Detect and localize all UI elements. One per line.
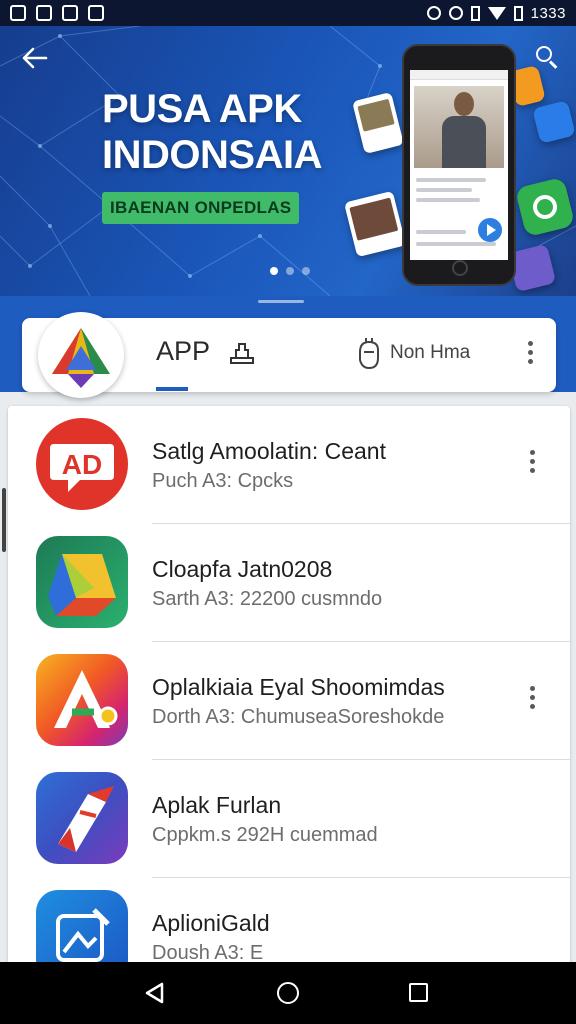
app-title: AplioniGald <box>152 910 270 936</box>
list-item[interactable]: AD Satlg Amoolatin: Ceant Puch A3: Cpcks <box>8 406 570 524</box>
clock: 1333 <box>530 4 566 22</box>
play-icon <box>478 218 502 242</box>
list-item[interactable]: Oplalkiaia Eyal Shoomimdas Dorth A3: Chu… <box>8 642 570 760</box>
tab-app[interactable]: APP <box>156 336 210 367</box>
banner-cta-button[interactable]: IBAENAN ONPEDLAS <box>102 192 300 224</box>
tab-home[interactable]: Non Hma <box>354 336 470 370</box>
list-item[interactable]: Aplak Furlan Cppkm.s 292H cuemmad <box>8 760 570 878</box>
list-item[interactable]: AplioniGald Doush A3: E <box>8 878 570 966</box>
system-nav-bar <box>0 962 576 1024</box>
drag-handle[interactable] <box>258 300 304 303</box>
battery-icon <box>513 5 523 21</box>
promo-banner[interactable]: PUSA APK INDONSAIA IBAENAN ONPEDLAS <box>0 26 576 296</box>
drive-triangle-icon <box>36 536 128 628</box>
wifi-icon <box>487 6 506 20</box>
overflow-menu-button[interactable] <box>528 341 533 364</box>
hand-icon <box>359 338 379 370</box>
app-title: Aplak Furlan <box>152 792 282 818</box>
search-icon <box>536 46 552 62</box>
tab-home-label: Non Hma <box>390 342 471 363</box>
app-subtitle: Puch A3: Cpcks <box>152 470 294 492</box>
active-tab-indicator <box>156 387 188 391</box>
app-subtitle: Cppkm.s 292H cuemmad <box>152 824 378 846</box>
list-item[interactable]: Cloapfa Jatn0208 Sarth A3: 22200 cusmndo <box>8 524 570 642</box>
headline-line-1: PUSA APK <box>102 87 302 131</box>
nav-recents-button[interactable] <box>409 983 428 1002</box>
search-button[interactable] <box>536 46 558 69</box>
alarm-icon <box>448 6 463 20</box>
vibrate-icon <box>470 5 480 21</box>
carousel-dots[interactable] <box>270 267 310 275</box>
play-triangle-logo-icon <box>52 328 110 388</box>
headline-line-2: INDONSAIA <box>102 133 322 177</box>
nav-home-button[interactable] <box>277 982 299 1004</box>
store-logo <box>38 312 124 398</box>
app-list: AD Satlg Amoolatin: Ceant Puch A3: Cpcks… <box>8 406 570 966</box>
app-title: Cloapfa Jatn0208 <box>152 556 333 582</box>
svg-text:AD: AD <box>62 449 102 480</box>
notification-icon <box>88 5 104 21</box>
paper-plane-icon <box>36 772 128 864</box>
item-menu-button[interactable] <box>530 686 535 709</box>
image-edit-icon <box>36 890 128 966</box>
app-title: Oplalkiaia Eyal Shoomimdas <box>152 674 445 700</box>
app-subtitle: Dorth A3: ChumuseaSoreshokde <box>152 706 445 728</box>
nav-back-button[interactable] <box>144 982 166 1004</box>
arrow-left-icon <box>22 47 48 69</box>
carousel-dot[interactable] <box>270 267 278 275</box>
carousel-dot[interactable] <box>286 267 294 275</box>
alarm-icon <box>426 6 441 20</box>
upload-icon[interactable] <box>228 338 256 364</box>
app-title: Satlg Amoolatin: Ceant <box>152 438 386 464</box>
banner-headline: PUSA APK INDONSAIA <box>102 86 322 178</box>
scroll-indicator[interactable] <box>2 488 6 552</box>
notification-icon <box>62 5 78 21</box>
ad-speech-bubble-icon: AD <box>36 418 128 510</box>
back-button[interactable] <box>20 44 48 78</box>
notification-icon <box>36 5 52 21</box>
item-menu-button[interactable] <box>530 450 535 473</box>
status-bar: 1333 <box>0 0 576 26</box>
carousel-dot[interactable] <box>302 267 310 275</box>
colorful-a-icon <box>36 654 128 746</box>
phone-mockup <box>402 44 516 286</box>
notification-icon <box>10 5 26 21</box>
app-subtitle: Sarth A3: 22200 cusmndo <box>152 588 383 610</box>
